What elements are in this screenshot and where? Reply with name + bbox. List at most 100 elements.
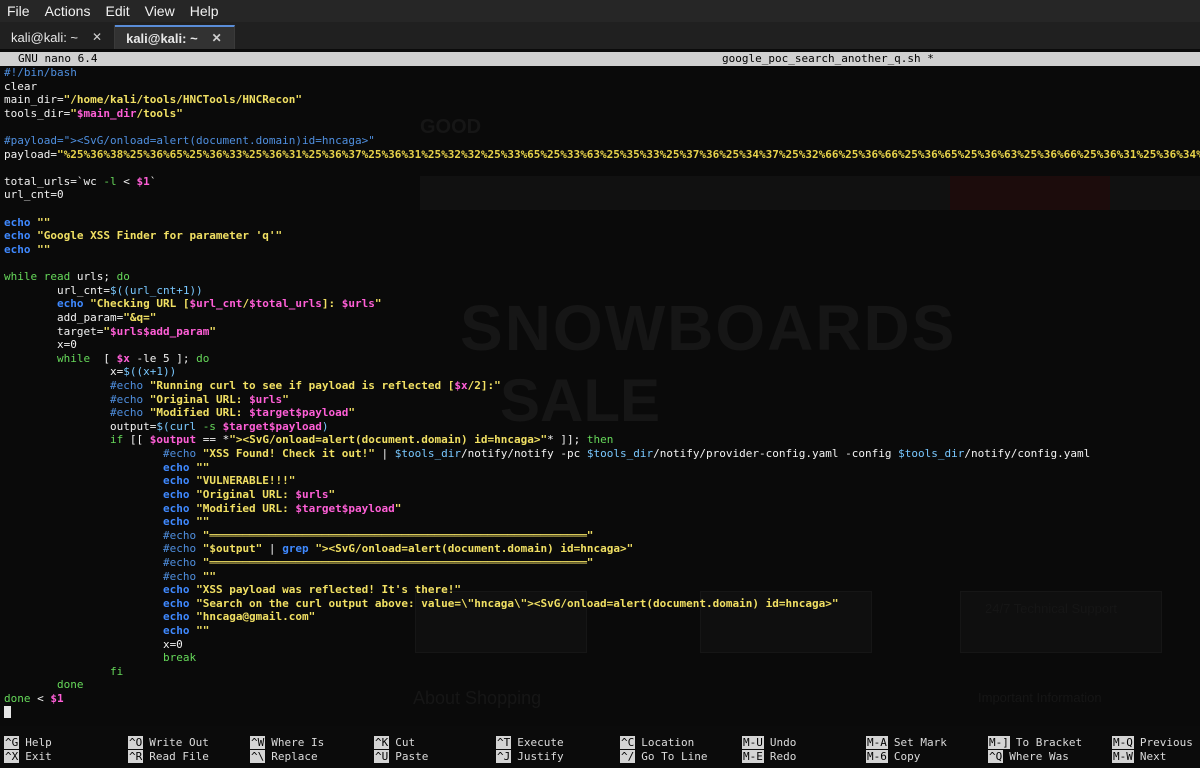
code-token: echo [162, 460, 190, 474]
code-token: add_param= [4, 310, 124, 324]
shortcut-redo[interactable]: M-E Redo [742, 750, 796, 764]
shortcut-key: ^U [374, 750, 390, 763]
shortcut-label: Paste [395, 750, 429, 763]
shortcut-next[interactable]: M-W Next [1112, 750, 1166, 764]
shortcut-where-was[interactable]: ^Q Where Was [988, 750, 1069, 764]
shortcut-label: Where Is [271, 736, 325, 749]
shortcut-key: ^R [128, 750, 144, 763]
code-token: "><SvG/onload=alert(document.domain) id=… [315, 542, 634, 556]
code-token: $((url_cnt+1)) [109, 283, 203, 297]
code-line: #payload="><SvG/onload=alert(document.do… [4, 134, 1200, 148]
code-line: while [ $x -le 5 ]; do [4, 352, 1200, 366]
code-token: $payload [268, 419, 322, 433]
code-token: [[ [123, 433, 150, 447]
code-token: echo [56, 297, 84, 311]
code-line: target="$urls$add_param" [4, 325, 1200, 339]
shortcut-key: ^G [4, 736, 20, 749]
shortcut-key: ^W [250, 736, 266, 749]
menu-help[interactable]: Help [183, 3, 227, 19]
code-token: == * [196, 433, 230, 447]
code-token: " [282, 392, 289, 406]
code-token: $urls [341, 297, 375, 311]
shortcut-where-is[interactable]: ^W Where Is [250, 736, 324, 750]
shortcut-key: M-6 [866, 750, 888, 763]
shortcut-copy[interactable]: M-6 Copy [866, 750, 920, 764]
shortcut-label: Read File [149, 750, 209, 763]
code-token: " [70, 106, 77, 120]
close-icon[interactable]: ✕ [212, 31, 222, 45]
code-token: "><SvG/onload=alert(document.domain) id=… [229, 433, 548, 447]
shortcut-label: Replace [271, 750, 318, 763]
code-token: "XSS Found! Check it out!" [202, 447, 375, 461]
tab-terminal-1[interactable]: kali@kali: ~ ✕ [0, 25, 116, 49]
code-token: "" [202, 569, 216, 583]
shortcut-read-file[interactable]: ^R Read File [128, 750, 209, 764]
code-token: do [116, 270, 130, 284]
code-token: "Google XSS Finder for parameter 'q'" [37, 229, 283, 243]
code-line: if [[ $output == *"><SvG/onload=alert(do… [4, 433, 1200, 447]
shortcut-set-mark[interactable]: M-A Set Mark [866, 736, 947, 750]
code-token: #echo [162, 542, 197, 556]
shortcut-undo[interactable]: M-U Undo [742, 736, 796, 750]
code-line: main_dir="/home/kali/tools/HNCTools/HNCR… [4, 93, 1200, 107]
shortcut-paste[interactable]: ^U Paste [374, 750, 428, 764]
code-token: urls; [70, 270, 117, 284]
shortcut-key: M-E [742, 750, 764, 763]
menu-file[interactable]: File [0, 3, 38, 19]
code-token: done [4, 692, 31, 706]
script-source[interactable]: #!/bin/bash clear main_dir="/home/kali/too… [4, 66, 1200, 719]
code-token: "Checking URL [ [90, 297, 190, 311]
shortcut-write-out[interactable]: ^O Write Out [128, 736, 209, 750]
code-line: echo "hncaga@gmail.com" [4, 610, 1200, 624]
shortcut-exit[interactable]: ^X Exit [4, 750, 52, 764]
shortcut-help[interactable]: ^G Help [4, 736, 52, 750]
code-token: done [56, 678, 84, 692]
tab-terminal-2[interactable]: kali@kali: ~ ✕ [115, 25, 235, 49]
menu-edit[interactable]: Edit [98, 3, 137, 19]
code-token: tools_dir= [4, 106, 71, 120]
shortcut-to-bracket[interactable]: M-] To Bracket [988, 736, 1082, 750]
shortcut-location[interactable]: ^C Location [620, 736, 694, 750]
code-line: echo "" [4, 243, 1200, 257]
code-line: echo "Original URL: $urls" [4, 488, 1200, 502]
shortcut-go-to-line[interactable]: ^/ Go To Line [620, 750, 707, 764]
shortcut-cut[interactable]: ^K Cut [374, 736, 415, 750]
code-token: #!/bin/bash [4, 66, 77, 79]
code-token: x=0 [4, 637, 183, 651]
menu-view[interactable]: View [138, 3, 183, 19]
shortcut-previous[interactable]: M-Q Previous [1112, 736, 1193, 750]
code-token: main_dir= [4, 93, 64, 107]
code-line: echo "" [4, 461, 1200, 475]
code-token: echo [4, 215, 31, 229]
shortcut-label: Help [25, 736, 52, 749]
editor-area[interactable]: GOOD SNOWBOARDS SALE 24/7 Technical Supp… [0, 66, 1200, 726]
shortcut-justify[interactable]: ^J Justify [496, 750, 564, 764]
menu-actions[interactable]: Actions [38, 3, 99, 19]
code-token: $tools_dir [898, 447, 965, 461]
tab-label: kali@kali: ~ [11, 29, 79, 45]
code-token: $x [454, 379, 468, 393]
shortcut-key: M-] [988, 736, 1010, 749]
shortcut-key: ^Q [988, 750, 1004, 763]
code-token: echo [162, 623, 190, 637]
code-token: $target [295, 501, 342, 515]
code-line: echo "Checking URL [$url_cnt/$total_urls… [4, 297, 1200, 311]
shortcut-execute[interactable]: ^T Execute [496, 736, 564, 750]
code-token: read [43, 270, 71, 284]
code-token: #echo [162, 447, 197, 461]
close-icon[interactable]: ✕ [92, 30, 102, 44]
code-line: clear [4, 80, 1200, 94]
shortcut-replace[interactable]: ^\ Replace [250, 750, 318, 764]
code-token: "" [196, 460, 210, 474]
